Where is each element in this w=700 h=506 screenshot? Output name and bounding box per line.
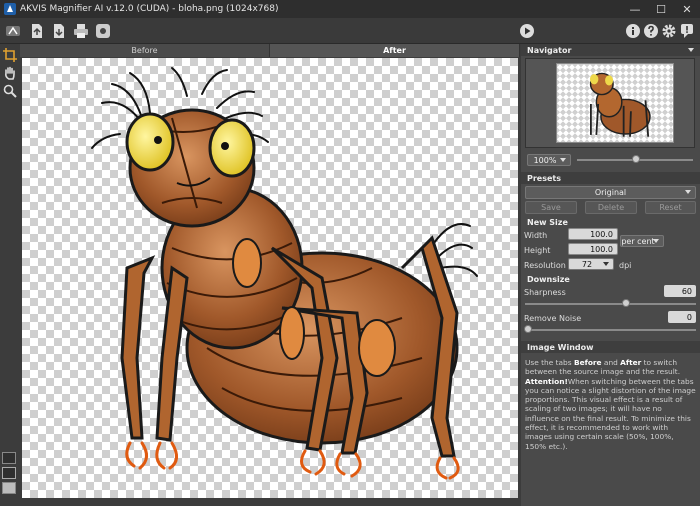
presets-header: Presets [521, 172, 700, 184]
preset-dropdown[interactable]: Original [525, 186, 696, 199]
print-icon[interactable] [72, 22, 90, 40]
tab-before[interactable]: Before [20, 44, 270, 57]
remove-noise-slider[interactable] [525, 329, 696, 331]
info-icon[interactable] [624, 22, 642, 40]
help-text-body: When switching between the tabs you can … [525, 376, 696, 451]
zoom-dropdown[interactable]: 100% [527, 154, 571, 166]
resolution-dropdown[interactable]: 72 [568, 258, 614, 270]
sharpness-slider-handle[interactable] [622, 299, 630, 307]
zoom-icon[interactable] [2, 83, 18, 99]
remove-noise-slider-handle[interactable] [524, 325, 532, 333]
crop-icon[interactable] [2, 47, 18, 63]
zoom-value: 100% [533, 155, 557, 165]
sharpness-label: Sharpness [524, 288, 566, 297]
help-attention: Attention! [525, 376, 568, 386]
new-size-title: New Size [527, 218, 568, 227]
collapse-icon[interactable] [688, 48, 694, 52]
preset-selected: Original [594, 188, 627, 197]
units-value: per cent [621, 236, 655, 246]
single-view-icon[interactable] [2, 452, 16, 464]
maximize-button[interactable]: ☐ [648, 0, 674, 18]
help-text-after: After [620, 358, 642, 367]
height-field[interactable]: 100.0 [568, 243, 618, 255]
resolution-unit: dpi [619, 261, 632, 270]
delete-preset-button[interactable]: Delete [585, 201, 637, 214]
image-tabs: Before After [20, 44, 520, 57]
help-text-part: and [601, 358, 621, 367]
navigator-header: Navigator [521, 44, 700, 56]
presets-title: Presets [527, 173, 562, 183]
save-preset-button[interactable]: Save [525, 201, 577, 214]
close-button[interactable]: ✕ [674, 0, 700, 18]
title-bar: AKVIS Magnifier AI v.12.0 (CUDA) - bloha… [0, 0, 700, 18]
help-title: Image Window [527, 342, 594, 352]
remove-noise-value[interactable]: 0 [668, 311, 696, 323]
help-icon[interactable] [642, 22, 660, 40]
hand-icon[interactable] [2, 65, 18, 81]
window-title: AKVIS Magnifier AI v.12.0 (CUDA) - bloha… [20, 4, 279, 14]
help-text: Use the tabs Before and After to switch … [525, 358, 697, 451]
height-label: Height [524, 246, 551, 255]
zoom-slider-handle[interactable] [632, 155, 640, 163]
reset-preset-button[interactable]: Reset [645, 201, 696, 214]
save-file-icon[interactable] [50, 22, 68, 40]
width-label: Width [524, 231, 548, 240]
downsize-title: Downsize [527, 275, 570, 284]
navigator-preview[interactable] [525, 58, 695, 148]
settings-panel: Navigator 100% Presets Original Save Del… [521, 44, 700, 506]
help-text-before: Before [573, 358, 602, 367]
gear-icon[interactable] [660, 22, 678, 40]
resolution-value: 72 [581, 259, 593, 269]
image-canvas[interactable] [22, 58, 518, 498]
view-mode-tools [2, 452, 18, 497]
feedback-icon[interactable] [678, 22, 696, 40]
run-icon[interactable] [518, 22, 536, 40]
minimize-button[interactable]: — [622, 0, 648, 18]
home-icon[interactable] [4, 22, 22, 40]
navigator-thumbnail [556, 63, 674, 143]
color-swatch[interactable] [2, 482, 16, 494]
toolbar [0, 18, 700, 44]
width-field[interactable]: 100.0 [568, 228, 618, 240]
help-text-part: Use the tabs [525, 358, 574, 367]
navigator-title: Navigator [527, 45, 572, 55]
split-view-icon[interactable] [2, 467, 16, 479]
flea-illustration [91, 67, 478, 480]
app-logo-icon [4, 3, 16, 15]
help-header: Image Window [521, 341, 700, 353]
units-dropdown[interactable]: per cent [620, 235, 664, 247]
sharpness-slider[interactable] [525, 303, 696, 305]
sharpness-value[interactable]: 60 [664, 285, 696, 297]
batch-settings-icon[interactable] [94, 22, 112, 40]
resolution-label: Resolution [524, 261, 566, 270]
tab-after[interactable]: After [270, 44, 520, 57]
open-file-icon[interactable] [28, 22, 46, 40]
remove-noise-label: Remove Noise [524, 314, 582, 323]
left-toolbar [0, 44, 20, 506]
